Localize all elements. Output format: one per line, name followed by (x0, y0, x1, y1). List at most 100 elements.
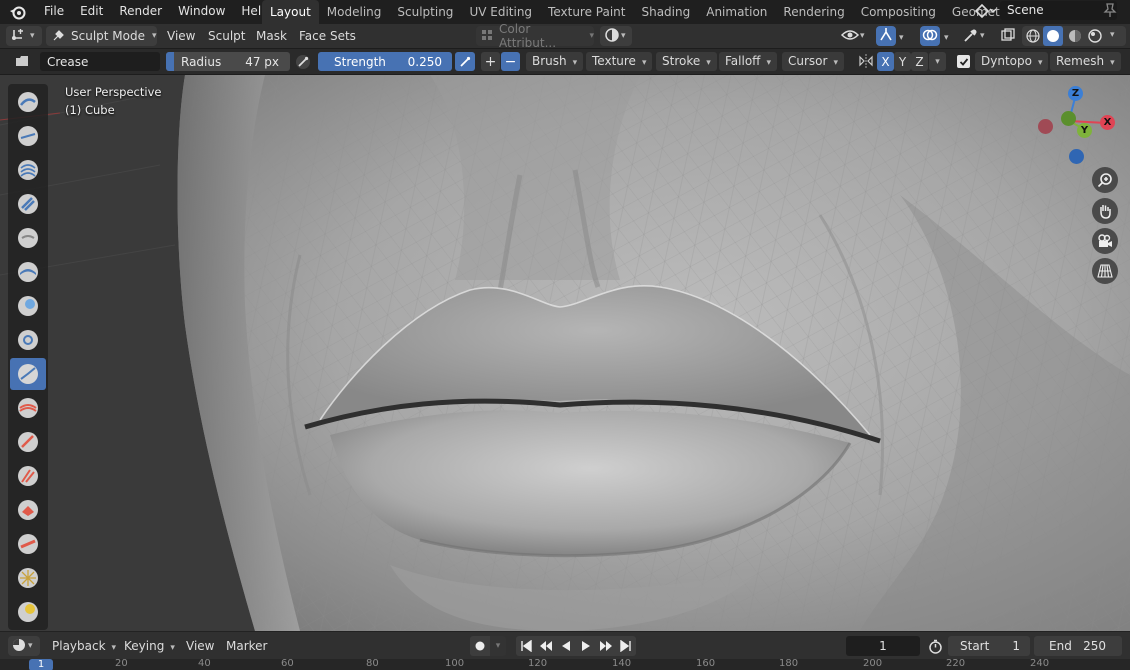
menu-face-sets[interactable]: Face Sets (299, 26, 356, 46)
scrape-brush-icon[interactable] (10, 494, 46, 526)
3d-viewport[interactable]: User Perspective (1) Cube (0, 75, 1130, 631)
menu-window[interactable]: Window (170, 0, 233, 24)
symmetry-y-toggle[interactable]: Y (894, 52, 911, 71)
chevron-down-icon[interactable]: ▾ (899, 26, 904, 46)
tab-animation[interactable]: Animation (698, 0, 775, 24)
xray-toggle-button[interactable] (998, 26, 1018, 46)
sculpt-overlay-selector[interactable]: ▾ (960, 26, 996, 46)
navigation-gizmo[interactable]: Z X Y (1034, 84, 1124, 170)
zoom-icon[interactable] (1092, 167, 1118, 193)
gizmo-neg-x-axis[interactable] (1038, 119, 1053, 134)
wireframe-shading-icon[interactable] (1025, 28, 1041, 47)
texture-dropdown[interactable]: Texture ▾ (586, 52, 653, 71)
brush-name-field[interactable]: Crease (40, 52, 160, 71)
grab-brush-icon[interactable] (10, 596, 46, 628)
playhead-frame-indicator[interactable]: 1 (29, 659, 53, 670)
symmetry-x-toggle[interactable]: X (877, 52, 894, 71)
gizmo-y-axis[interactable]: Y (1077, 123, 1092, 138)
jump-to-end-icon[interactable] (616, 636, 636, 656)
record-icon[interactable] (470, 636, 490, 656)
gizmo-neg-z-axis[interactable] (1069, 149, 1084, 164)
draw-brush-icon[interactable] (10, 86, 46, 118)
brush-asset-icon[interactable] (15, 55, 29, 70)
chevron-down-icon[interactable]: ▾ (929, 52, 946, 71)
radius-slider[interactable]: Radius 47 px (166, 52, 290, 71)
jump-to-keyframe-back-icon[interactable] (536, 636, 556, 656)
crease-brush-icon[interactable] (10, 358, 46, 390)
smooth-brush-icon[interactable] (10, 392, 46, 424)
direction-add-button[interactable]: + (481, 52, 500, 71)
menu-view[interactable]: View (167, 26, 195, 46)
pinch-brush-icon[interactable] (10, 562, 46, 594)
overlays-toggle-button[interactable] (920, 26, 940, 46)
gizmo-toggle-button[interactable] (876, 26, 896, 46)
play-reverse-icon[interactable] (556, 636, 576, 656)
gizmo-x-axis[interactable]: X (1100, 115, 1115, 130)
timeline-view-menu[interactable]: View (186, 636, 214, 656)
strength-slider[interactable]: Strength 0.250 (318, 52, 452, 71)
symmetry-options-button[interactable]: ▾ (600, 26, 632, 46)
dyntopo-checkbox[interactable] (957, 55, 970, 68)
end-frame-field[interactable]: End 250 (1034, 636, 1122, 656)
grid-perspective-icon[interactable] (1092, 258, 1118, 284)
chevron-down-icon[interactable]: ▾ (490, 636, 506, 656)
direction-subtract-button[interactable]: − (501, 52, 520, 71)
timeline-editor-type-button[interactable]: ▾ (8, 636, 40, 656)
radius-pressure-icon[interactable] (294, 53, 312, 74)
solid-shading-icon[interactable] (1043, 26, 1063, 46)
playback-menu[interactable]: Playback ▾ (52, 636, 116, 656)
editor-type-button[interactable]: ▾ (6, 26, 42, 46)
tab-uv-editing[interactable]: UV Editing (461, 0, 540, 24)
start-frame-field[interactable]: Start 1 (948, 636, 1030, 656)
tab-shading[interactable]: Shading (633, 0, 698, 24)
tab-sculpting[interactable]: Sculpting (389, 0, 461, 24)
play-icon[interactable] (576, 636, 596, 656)
stroke-dropdown[interactable]: Stroke ▾ (656, 52, 717, 71)
gizmo-z-axis[interactable]: Z (1068, 86, 1083, 101)
current-frame-field[interactable]: 1 (846, 636, 920, 656)
remesh-dropdown[interactable]: Remesh ▾ (1050, 52, 1121, 71)
layer-brush-icon[interactable] (10, 256, 46, 288)
falloff-dropdown[interactable]: Falloff ▾ (719, 52, 777, 71)
inflate-brush-icon[interactable] (10, 290, 46, 322)
menu-render[interactable]: Render (111, 0, 170, 24)
blob-brush-icon[interactable] (10, 324, 46, 356)
clay-thumb-brush-icon[interactable] (10, 222, 46, 254)
chevron-down-icon[interactable]: ▾ (1110, 30, 1115, 40)
material-shading-icon[interactable] (1067, 28, 1083, 47)
draw-sharp-brush-icon[interactable] (10, 120, 46, 152)
tab-texture-paint[interactable]: Texture Paint (540, 0, 633, 24)
fill-brush-icon[interactable] (10, 460, 46, 492)
visibility-selector[interactable]: ▾ (838, 26, 872, 46)
strength-pressure-icon[interactable] (455, 52, 475, 71)
marker-menu[interactable]: Marker (226, 636, 267, 656)
tab-modeling[interactable]: Modeling (319, 0, 390, 24)
clay-strips-brush-icon[interactable] (10, 188, 46, 220)
tab-rendering[interactable]: Rendering (775, 0, 852, 24)
rendered-shading-icon[interactable] (1087, 28, 1103, 47)
color-attribute-selector[interactable]: Color Attribut... ▾ (476, 22, 594, 50)
mode-selector[interactable]: Sculpt Mode ▾ (46, 26, 157, 46)
pin-icon[interactable] (1103, 2, 1117, 21)
dyntopo-dropdown[interactable]: Dyntopo ▾ (975, 52, 1049, 71)
cursor-dropdown[interactable]: Cursor ▾ (782, 52, 844, 71)
tab-layout[interactable]: Layout (262, 0, 319, 24)
scene-icon[interactable] (974, 2, 997, 23)
blender-logo-icon[interactable] (0, 0, 36, 24)
menu-edit[interactable]: Edit (72, 0, 111, 24)
clay-brush-icon[interactable] (10, 154, 46, 186)
scene-name-field[interactable]: Scene (1000, 1, 1117, 20)
chevron-left-icon[interactable]: ‹ (1118, 90, 1122, 100)
multiplane-scrape-brush-icon[interactable] (10, 528, 46, 560)
chevron-down-icon[interactable]: ▾ (944, 26, 949, 46)
symmetry-z-toggle[interactable]: Z (911, 52, 928, 71)
jump-to-keyframe-forward-icon[interactable] (596, 636, 616, 656)
menu-mask[interactable]: Mask (256, 26, 287, 46)
stopwatch-icon[interactable] (928, 639, 943, 657)
menu-file[interactable]: File (36, 0, 72, 24)
tab-compositing[interactable]: Compositing (853, 0, 944, 24)
timeline-ruler[interactable]: 1 20 40 60 80 100 120 140 160 180 200 22… (0, 659, 1130, 670)
hand-pan-icon[interactable] (1092, 198, 1118, 224)
brush-dropdown[interactable]: Brush ▾ (526, 52, 584, 71)
flatten-brush-icon[interactable] (10, 426, 46, 458)
